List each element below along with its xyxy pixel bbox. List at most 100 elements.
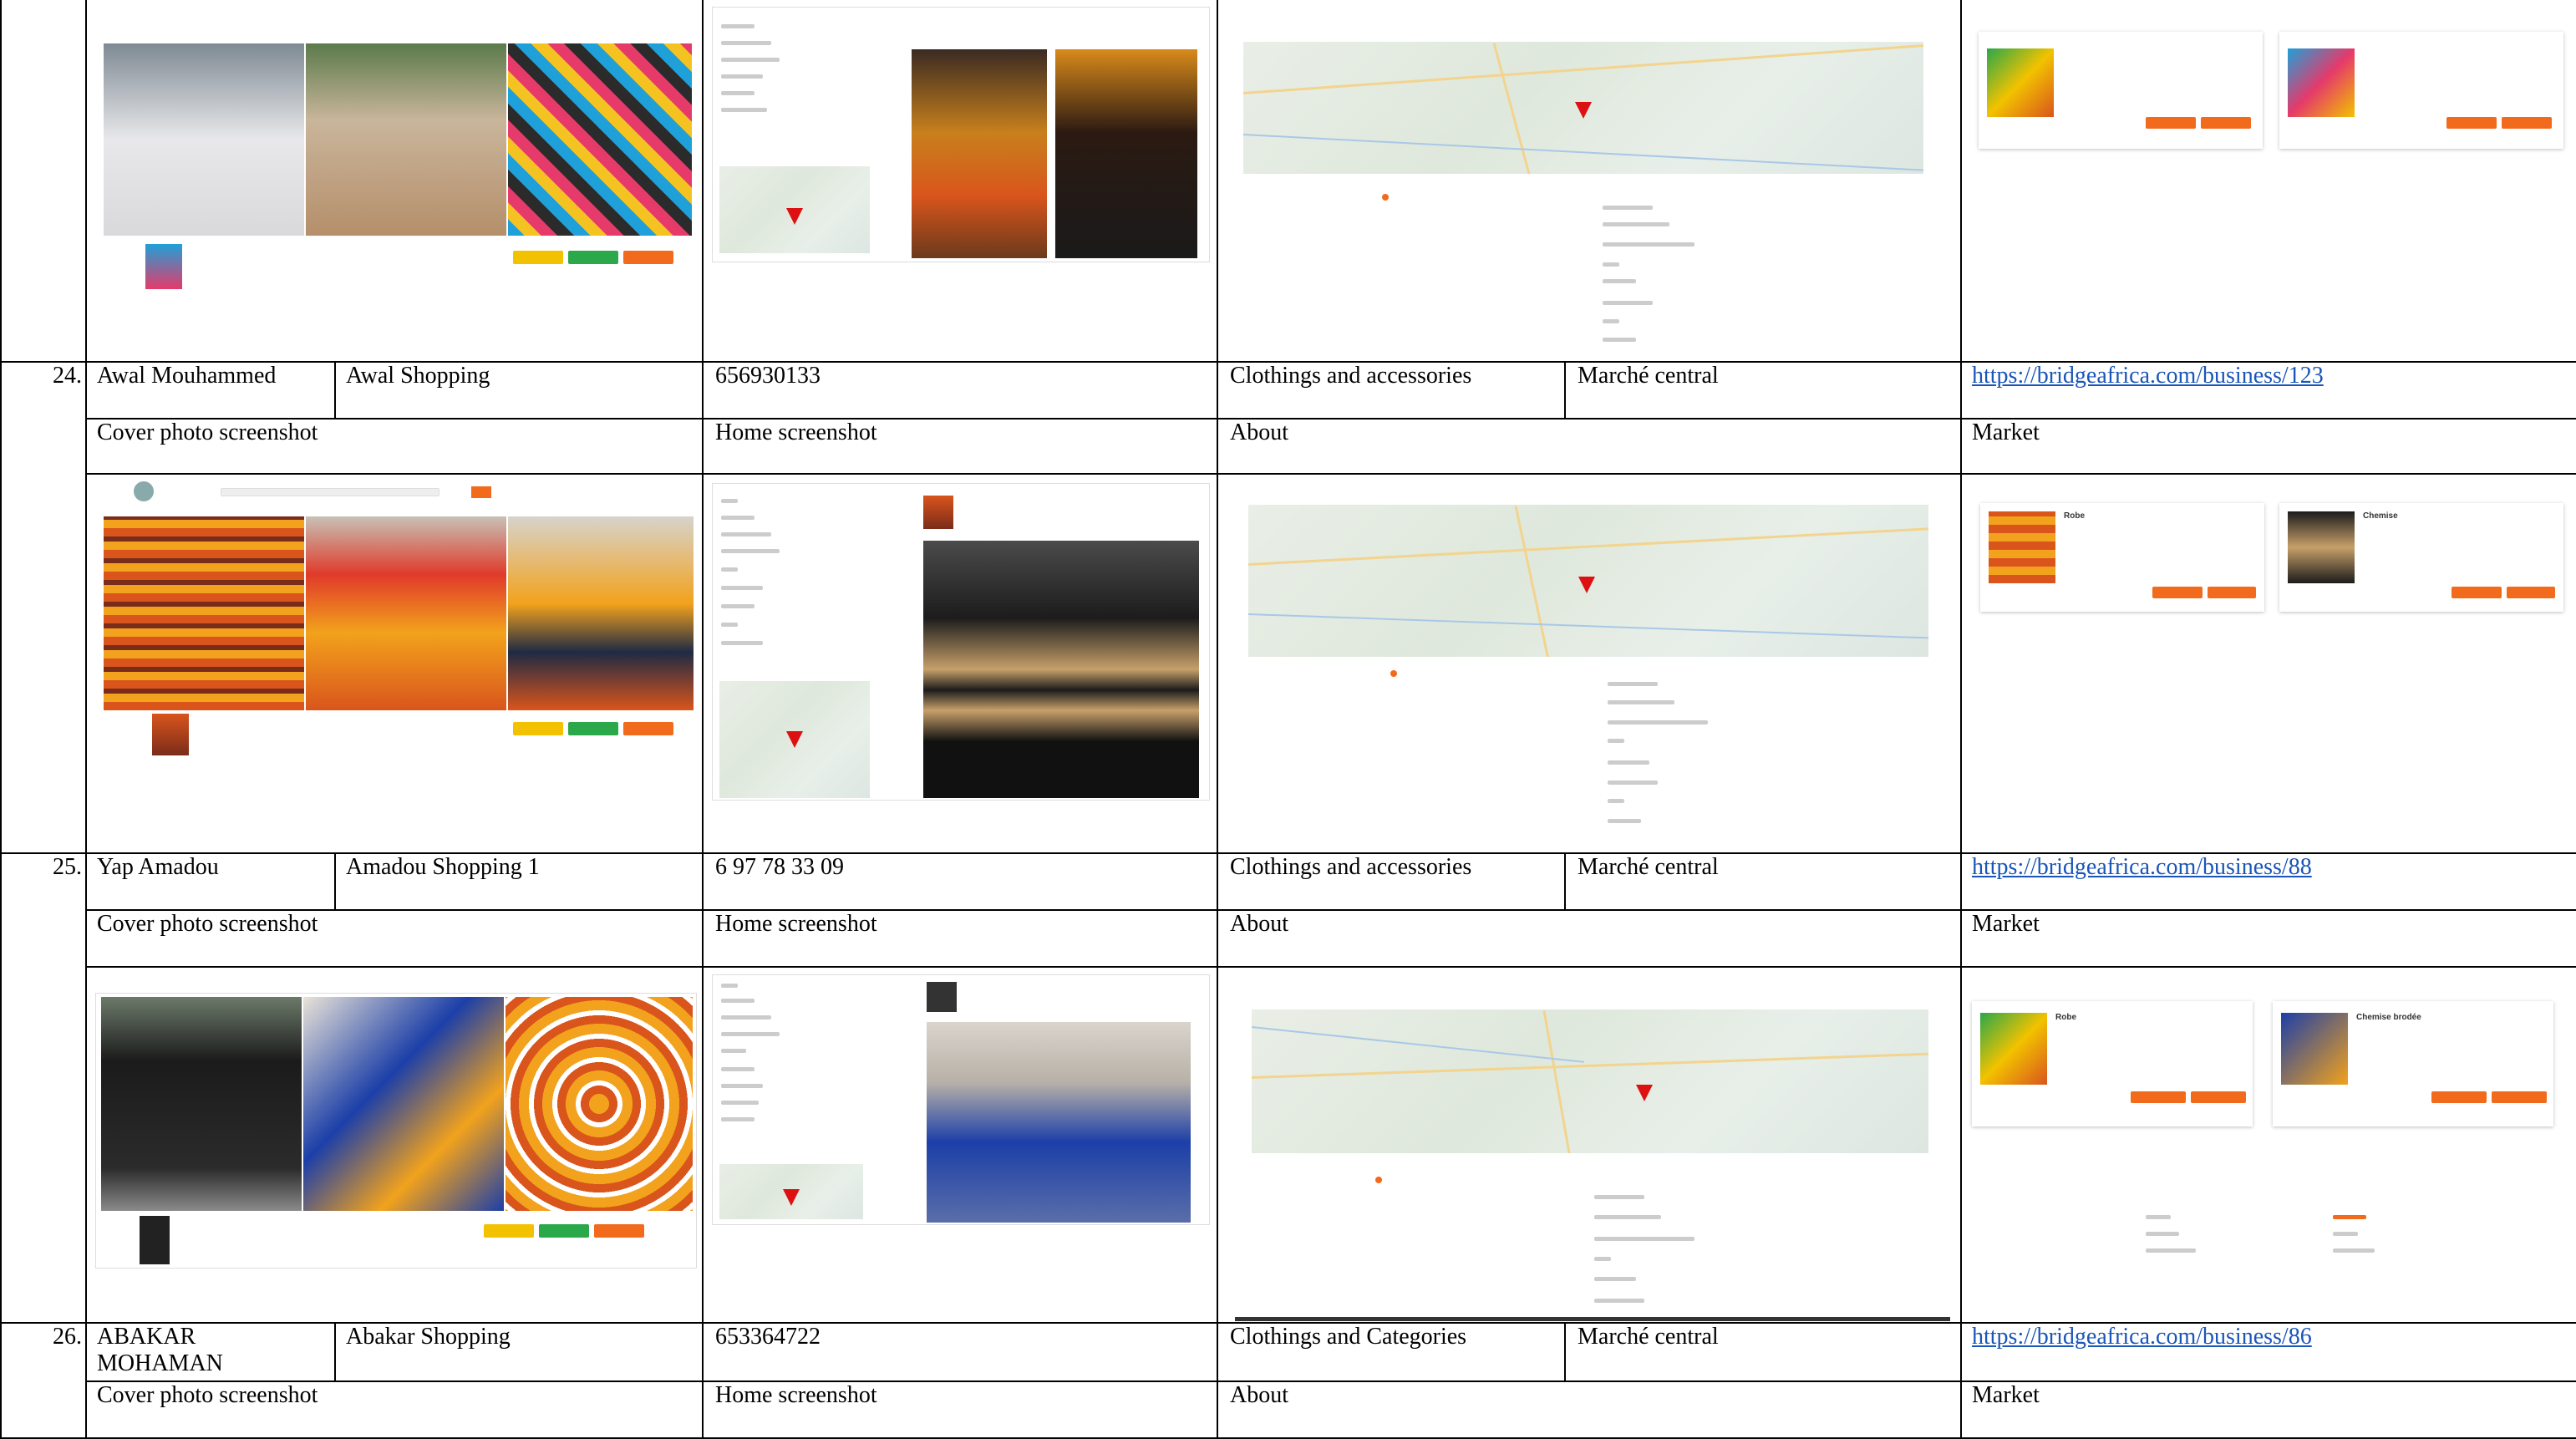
- row26-phone-cell: 653364722: [704, 1324, 1218, 1382]
- market-card: [2279, 32, 2563, 149]
- market-card: Chemise brodée: [2273, 1001, 2553, 1126]
- row-index: 24.: [53, 363, 82, 389]
- row24-url-cell: https://bridgeafrica.com/business/123: [1962, 363, 2576, 419]
- owner-name: Yap Amadou: [97, 854, 219, 880]
- divider: [1235, 1317, 1950, 1321]
- cover-photo-3: [508, 43, 692, 236]
- home-label: Home screenshot: [715, 419, 877, 445]
- cover-photo-2: [303, 997, 504, 1211]
- business-name: Abakar Shopping: [346, 1324, 511, 1350]
- row24-index-cell: 24.: [0, 363, 87, 854]
- row26-index-cell: 26.: [0, 1324, 87, 1439]
- row25-market-label-cell: Market: [1962, 911, 2576, 968]
- cover-screenshot: [95, 25, 697, 292]
- cover-label: Cover photo screenshot: [97, 419, 318, 445]
- row24-home-shot-cell: [704, 475, 1218, 854]
- row25-market-shot-cell: Robe Chemise brodée: [1962, 968, 2576, 1324]
- row25-cover-label-cell: Cover photo screenshot: [87, 911, 704, 968]
- row25-business-cell: Amadou Shopping 1: [336, 854, 704, 911]
- row26-about-label-cell: About: [1218, 1382, 1962, 1439]
- location: Marché central: [1578, 854, 1719, 880]
- home-photo-2: [1055, 49, 1197, 258]
- row26-location-cell: Marché central: [1566, 1324, 1962, 1382]
- about-label: About: [1230, 419, 1288, 445]
- category: Clothings and accessories: [1230, 363, 1472, 389]
- row24-market-label-cell: Market: [1962, 419, 2576, 475]
- row25-home-label-cell: Home screenshot: [704, 911, 1218, 968]
- row24-business-cell: Awal Shopping: [336, 363, 704, 419]
- home-screenshot: [712, 974, 1210, 1225]
- row24-phone-cell: 656930133: [704, 363, 1218, 419]
- business-name: Awal Shopping: [346, 363, 490, 389]
- row24-cover-shot-cell: [87, 475, 704, 854]
- home-mini-map: [719, 1164, 863, 1219]
- business-link[interactable]: https://bridgeafrica.com/business/88: [1972, 854, 2312, 881]
- cover-avatar: [145, 244, 182, 289]
- row26-category-cell: Clothings and Categories: [1218, 1324, 1566, 1382]
- row24-market-shot-cell: Robe Chemise: [1962, 475, 2576, 854]
- home-photo-1: [912, 49, 1047, 258]
- logo-icon: [134, 481, 154, 501]
- cover-photo-1: [101, 997, 302, 1211]
- row-index: 26.: [53, 1324, 82, 1350]
- row25-index-cell: 25.: [0, 854, 87, 1324]
- home-mini-map: [719, 681, 870, 798]
- cover-screenshot: [95, 993, 697, 1269]
- row25-home-shot-cell: [704, 968, 1218, 1324]
- message-button[interactable]: [568, 722, 618, 735]
- community-button[interactable]: [513, 251, 563, 264]
- row25-about-label-cell: About: [1218, 911, 1962, 968]
- home-avatar: [927, 982, 957, 1012]
- phone-number: 656930133: [715, 363, 821, 389]
- market-card: Chemise: [2279, 503, 2563, 612]
- location: Marché central: [1578, 1324, 1719, 1350]
- about-map: [1248, 505, 1928, 657]
- row25-category-cell: Clothings and accessories: [1218, 854, 1566, 911]
- search-icon[interactable]: [471, 486, 491, 498]
- cover-screenshot: [95, 476, 697, 760]
- business-link[interactable]: https://bridgeafrica.com/business/123: [1972, 363, 2324, 389]
- about-map: [1252, 1009, 1928, 1153]
- cover-actions: [513, 722, 673, 735]
- row24-category-cell: Clothings and accessories: [1218, 363, 1566, 419]
- about-label: About: [1230, 911, 1288, 937]
- cover-photo-2: [306, 43, 506, 236]
- row26-url-cell: https://bridgeafrica.com/business/86: [1962, 1324, 2576, 1382]
- market-card: [1979, 32, 2263, 149]
- direction-button[interactable]: [623, 251, 673, 264]
- home-label: Home screenshot: [715, 1382, 877, 1408]
- row26-business-cell: Abakar Shopping: [336, 1324, 704, 1382]
- row23-about-cell: [1218, 0, 1962, 363]
- owner-name-line2: MOHAMAN: [97, 1350, 223, 1376]
- location: Marché central: [1578, 363, 1719, 389]
- owner-name-line1: ABAKAR: [97, 1324, 196, 1350]
- phone-number: 6 97 78 33 09: [715, 854, 844, 880]
- row23-cover-cell: [87, 0, 704, 363]
- category: Clothings and Categories: [1230, 1324, 1467, 1350]
- cover-avatar: [152, 714, 189, 755]
- direction-button[interactable]: [623, 722, 673, 735]
- message-button[interactable]: [568, 251, 618, 264]
- row26-market-label-cell: Market: [1962, 1382, 2576, 1439]
- row25-name-cell: Yap Amadou: [87, 854, 336, 911]
- cover-photo-2: [306, 516, 506, 710]
- row23-market-cell: [1962, 0, 2576, 363]
- about-label: About: [1230, 1382, 1288, 1408]
- business-link[interactable]: https://bridgeafrica.com/business/86: [1972, 1324, 2312, 1350]
- market-item-title: Robe: [2055, 1013, 2076, 1022]
- row26-cover-label-cell: Cover photo screenshot: [87, 1382, 704, 1439]
- community-button[interactable]: [513, 722, 563, 735]
- cover-avatar: [140, 1216, 170, 1264]
- row25-about-shot-cell: [1218, 968, 1962, 1324]
- direction-button[interactable]: [594, 1224, 644, 1238]
- message-button[interactable]: [539, 1224, 589, 1238]
- cover-label: Cover photo screenshot: [97, 1382, 318, 1408]
- home-photo: [923, 541, 1199, 798]
- row-index: 25.: [53, 854, 82, 880]
- row24-home-label-cell: Home screenshot: [704, 419, 1218, 475]
- category: Clothings and accessories: [1230, 854, 1472, 880]
- community-button[interactable]: [484, 1224, 534, 1238]
- home-screenshot: [712, 483, 1210, 801]
- owner-name: Awal Mouhammed: [97, 363, 277, 389]
- cover-photo-1: [104, 516, 304, 710]
